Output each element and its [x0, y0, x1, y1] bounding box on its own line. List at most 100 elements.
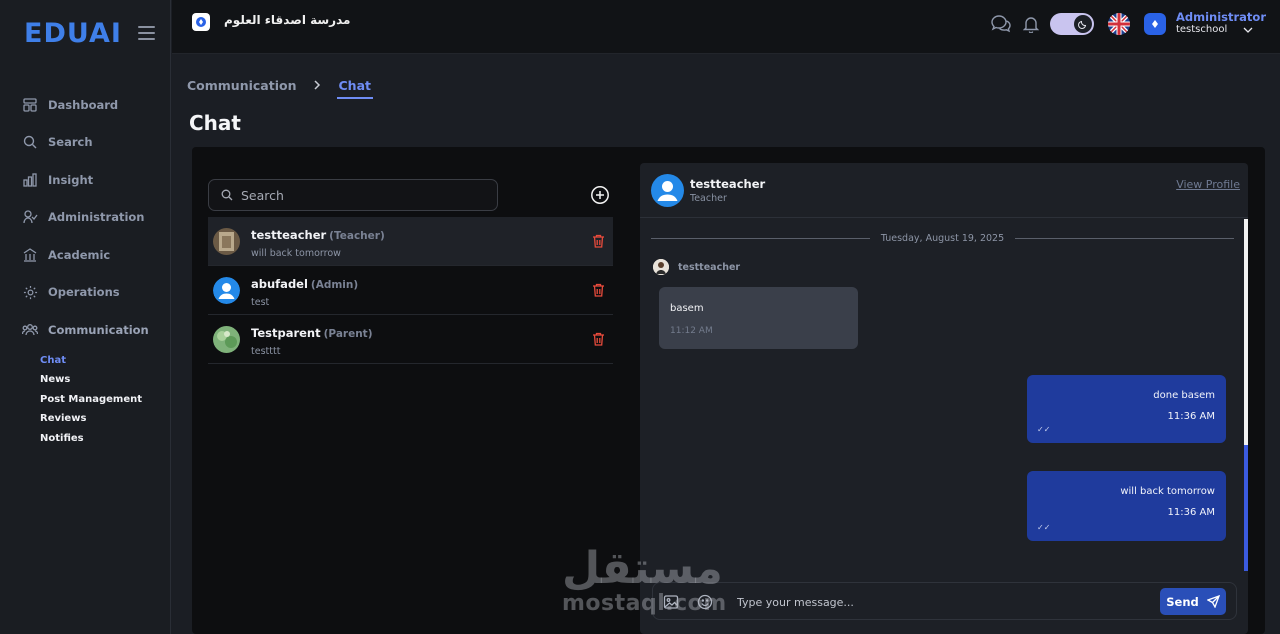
user-school: testschool — [1175, 24, 1228, 35]
read-check-icon: ✓✓ — [1037, 425, 1051, 434]
school-name: مدرسة اصدقاء العلوم — [224, 13, 351, 27]
message-bubble-outgoing: done basem 11:36 AM ✓✓ — [1027, 375, 1226, 443]
breadcrumb-chat[interactable]: Chat — [336, 78, 373, 99]
app-logo[interactable]: EDUAI — [24, 18, 122, 49]
message-time: 11:36 AM — [1167, 507, 1215, 518]
contact-last-message: testttt — [251, 345, 281, 357]
page-title: Chat — [189, 111, 241, 135]
trash-icon[interactable] — [592, 282, 606, 297]
avatar — [213, 325, 240, 353]
conversation-role: Teacher — [690, 193, 727, 204]
avatar[interactable] — [1143, 12, 1166, 35]
list-item[interactable]: abufadel (Admin) test — [208, 266, 613, 315]
send-icon — [1206, 595, 1220, 608]
new-chat-button[interactable] — [590, 185, 610, 205]
subnav-item-reviews[interactable]: Reviews — [40, 409, 170, 429]
subnav-item-notifies[interactable]: Notifies — [40, 429, 170, 449]
sidebar-item-search[interactable]: Search — [0, 124, 170, 162]
date-label: Tuesday, August 19, 2025 — [880, 233, 1005, 244]
conversation-header: testteacher Teacher View Profile — [640, 163, 1248, 218]
contact-name: Testparent — [251, 325, 321, 340]
sidebar-item-label: Dashboard — [48, 97, 119, 112]
users-icon — [22, 322, 38, 338]
dashboard-icon — [22, 97, 38, 113]
user-check-icon — [22, 209, 38, 225]
message-time: 11:36 AM — [1167, 411, 1215, 422]
list-item[interactable]: testteacher (Teacher) will back tomorrow — [208, 217, 613, 266]
contact-list: testteacher (Teacher) will back tomorrow … — [208, 217, 613, 364]
plus-circle-icon — [591, 186, 609, 204]
image-icon[interactable] — [663, 594, 679, 610]
topbar-actions: Administrator testschool — [990, 11, 1266, 36]
theme-toggle[interactable] — [1049, 12, 1094, 35]
view-profile-link[interactable]: View Profile — [1176, 178, 1240, 191]
user-school-row: testschool — [1176, 24, 1266, 36]
sidebar-item-administration[interactable]: Administration — [0, 199, 170, 237]
message-time: 11:12 AM — [670, 326, 713, 336]
chat-panel: testteacher(Teacher) will back tomorrow … — [192, 147, 1265, 634]
avatar — [213, 227, 240, 255]
chevron-down-icon — [1243, 27, 1253, 33]
scrollbar-thumb[interactable] — [1244, 219, 1248, 445]
sidebar: EDUAI Dashboard Search Insight Administr… — [0, 0, 171, 634]
bell-icon[interactable] — [1020, 13, 1042, 35]
uk-flag-icon[interactable] — [1107, 12, 1130, 35]
sender-name: testteacher — [678, 261, 741, 273]
sidebar-item-dashboard[interactable]: Dashboard — [0, 86, 170, 124]
sidebar-item-insight[interactable]: Insight — [0, 161, 170, 199]
avatar[interactable] — [651, 174, 684, 207]
moon-icon — [1073, 14, 1092, 33]
avatar — [653, 259, 669, 275]
subnav-item-news[interactable]: News — [40, 370, 170, 390]
sidebar-item-communication[interactable]: Communication — [0, 311, 170, 349]
trash-icon[interactable] — [592, 331, 606, 346]
building-icon — [22, 247, 38, 263]
search-input[interactable] — [241, 187, 481, 203]
send-label: Send — [1166, 594, 1199, 609]
list-item[interactable]: Testparent (Parent) testttt — [208, 315, 613, 364]
sidebar-item-label: Communication — [48, 322, 149, 337]
hamburger-menu-icon[interactable] — [138, 26, 155, 44]
contact-role: (Parent) — [323, 327, 373, 340]
contact-name: abufadel — [251, 276, 308, 291]
message-text: basem — [670, 303, 704, 314]
emoji-icon[interactable] — [697, 594, 713, 610]
user-menu[interactable]: Administrator testschool — [1176, 11, 1266, 36]
message-input[interactable] — [737, 592, 1137, 612]
conversation-name: testteacher — [690, 177, 766, 191]
breadcrumb-communication[interactable]: Communication — [187, 78, 297, 93]
chart-icon — [22, 172, 38, 188]
sidebar-item-academic[interactable]: Academic — [0, 236, 170, 274]
read-check-icon: ✓✓ — [1037, 523, 1051, 532]
contact-info: testteacher (Teacher) will back tomorrow — [251, 224, 385, 259]
subnav-item-chat[interactable]: Chat — [40, 351, 170, 371]
message-composer: Send — [652, 582, 1237, 620]
message-bubble-incoming: basem 11:12 AM — [659, 287, 858, 349]
sidebar-item-label: Operations — [48, 285, 120, 300]
contact-role: (Teacher) — [329, 229, 385, 242]
subnav-item-post-management[interactable]: Post Management — [40, 390, 170, 410]
topbar: مدرسة اصدقاء العلوم Administrator testsc… — [172, 0, 1280, 54]
sidebar-item-label: Administration — [48, 210, 145, 225]
contact-last-message: test — [251, 296, 270, 308]
contact-last-message: will back tomorrow — [251, 247, 341, 259]
school-logo-icon — [192, 13, 210, 31]
date-divider: Tuesday, August 19, 2025 — [651, 233, 1235, 244]
sidebar-item-operations[interactable]: Operations — [0, 274, 170, 312]
contact-info: Testparent (Parent) testttt — [251, 322, 373, 357]
sidebar-item-label: Academic — [48, 247, 111, 262]
chat-bubbles-icon[interactable] — [990, 13, 1012, 35]
sidebar-item-label: Insight — [48, 172, 94, 187]
search-icon — [22, 134, 38, 150]
contact-search[interactable] — [208, 179, 498, 211]
trash-icon[interactable] — [592, 233, 606, 248]
contact-name: testteacher — [251, 227, 327, 242]
chevron-right-icon — [313, 78, 321, 93]
conversation-panel: testteacher Teacher View Profile Tuesday… — [640, 163, 1248, 634]
gear-icon — [22, 284, 38, 300]
user-name: Administrator — [1175, 10, 1266, 24]
communication-subnav: Chat News Post Management Reviews Notifi… — [0, 351, 170, 449]
send-button[interactable]: Send — [1160, 588, 1226, 615]
contact-info: abufadel (Admin) test — [251, 273, 358, 308]
search-icon — [221, 189, 233, 201]
